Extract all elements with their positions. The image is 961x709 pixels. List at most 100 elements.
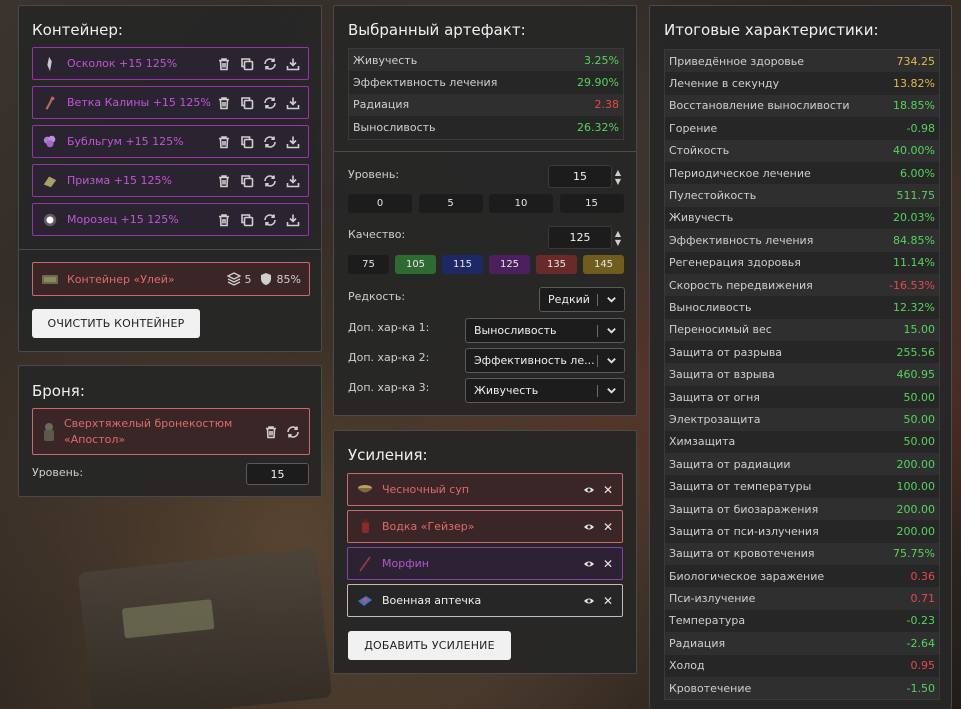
boost-item[interactable]: Чесночный суп ✕	[347, 473, 623, 506]
extra3-select[interactable]: Живучесть	[465, 378, 625, 403]
boost-item[interactable]: Военная аптечка ✕	[347, 584, 623, 617]
armor-level-input[interactable]: 15	[246, 463, 309, 485]
artifact-level-label: Уровень:	[348, 168, 400, 181]
extra2-select[interactable]: Эффективность ле...	[465, 348, 625, 373]
stat-name: Эффективность лечения	[669, 233, 814, 247]
stat-name: Химзащита	[669, 435, 736, 449]
level-quick-button[interactable]: 5	[418, 194, 483, 213]
stat-row: Пси-излучение 0.71	[665, 587, 939, 610]
level-quick-button[interactable]: 15	[559, 194, 624, 213]
eye-icon[interactable]	[582, 483, 596, 497]
chevron-down-icon	[604, 385, 618, 396]
download-icon[interactable]	[285, 95, 300, 110]
replace-icon[interactable]	[262, 173, 277, 188]
stat-value: 460.95	[896, 368, 936, 382]
eye-icon[interactable]	[582, 594, 596, 608]
stat-row: Электрозащита 50.00	[665, 408, 939, 431]
delete-icon[interactable]	[216, 95, 231, 110]
stat-name: Периодическое лечение	[669, 166, 811, 180]
stat-row: Горение -0.98	[665, 117, 939, 140]
stat-row: Лечение в секунду 13.82%	[665, 72, 939, 95]
stat-value: 40.00%	[893, 144, 935, 158]
close-icon[interactable]: ✕	[602, 483, 614, 497]
stat-value: 100.00	[896, 480, 936, 494]
stat-name: Выносливость	[669, 300, 752, 314]
copy-icon[interactable]	[239, 173, 254, 188]
artifact-quality-spinner[interactable]: ▲ ▼	[613, 226, 623, 250]
delete-icon[interactable]	[216, 173, 231, 188]
container-title: Контейнер:	[32, 21, 123, 39]
level-quick-button[interactable]: 0	[348, 194, 412, 213]
stat-name: Защита от разрыва	[669, 345, 783, 359]
stat-name: Восстановление выносливости	[669, 99, 850, 113]
container-slot[interactable]: Осколок +15 125%	[32, 47, 309, 80]
quality-quick-button[interactable]: 75	[348, 255, 389, 274]
replace-icon[interactable]	[262, 95, 277, 110]
quality-quick-button[interactable]: 115	[442, 255, 483, 274]
boost-item[interactable]: Морфин ✕	[347, 547, 623, 580]
eye-icon[interactable]	[582, 520, 596, 534]
download-icon[interactable]	[285, 56, 300, 71]
stat-value: 15.00	[903, 323, 936, 337]
close-icon[interactable]: ✕	[602, 557, 614, 571]
delete-icon[interactable]	[216, 212, 231, 227]
download-icon[interactable]	[285, 134, 300, 149]
quality-quick-button[interactable]: 125	[489, 255, 530, 274]
copy-icon[interactable]	[239, 134, 254, 149]
container-slot-label: Бубльгум +15 125%	[67, 135, 184, 148]
stat-value: 75.75%	[893, 547, 935, 561]
replace-icon[interactable]	[262, 134, 277, 149]
stat-name: Защита от кровотечения	[669, 547, 815, 561]
artifact-level-input[interactable]: 15	[548, 165, 612, 188]
clear-container-button[interactable]: ОЧИСТИТЬ КОНТЕЙНЕР	[32, 309, 200, 338]
stat-value: 50.00	[903, 412, 936, 426]
delete-icon[interactable]	[216, 56, 231, 71]
extra1-select[interactable]: Выносливость	[465, 318, 625, 343]
stat-row: Приведённое здоровье 734.25	[665, 50, 939, 73]
stat-name: Регенерация здоровья	[669, 256, 801, 270]
extra2-label: Доп. хар-ка 2:	[348, 351, 430, 364]
stat-name: Скорость передвижения	[669, 278, 813, 292]
quality-quick-button[interactable]: 135	[536, 255, 577, 274]
close-icon[interactable]: ✕	[602, 520, 614, 534]
artifact-level-spinner[interactable]: ▲ ▼	[613, 165, 623, 189]
armor-item[interactable]: Сверхтяжелый бронекостюм «Апостол»	[32, 408, 310, 455]
artifact-quality-input[interactable]: 125	[548, 226, 612, 249]
eye-icon[interactable]	[582, 557, 596, 571]
container-slot[interactable]: Морозец +15 125%	[32, 203, 309, 236]
container-slot[interactable]: Призма +15 125%	[32, 164, 309, 197]
boost-item-label: Чесночный суп	[382, 483, 470, 496]
download-icon[interactable]	[285, 173, 300, 188]
armor-level-label: Уровень:	[32, 466, 84, 479]
close-icon[interactable]: ✕	[602, 594, 614, 608]
copy-icon[interactable]	[239, 212, 254, 227]
armor-panel: Броня: Сверхтяжелый бронекостюм «Апостол…	[18, 365, 322, 497]
quality-quick-button[interactable]: 105	[395, 255, 436, 274]
armor-title: Броня:	[32, 382, 85, 400]
container-slot[interactable]: Бубльгум +15 125%	[32, 125, 309, 158]
artifact-title: Выбранный артефакт:	[348, 21, 526, 39]
container-item[interactable]: Контейнер «Улей» 5 85%	[32, 262, 310, 296]
boost-item-icon	[356, 518, 374, 536]
delete-icon[interactable]	[216, 134, 231, 149]
download-icon[interactable]	[285, 212, 300, 227]
quality-quick-button[interactable]: 145	[583, 255, 624, 274]
armor-replace-icon[interactable]	[285, 424, 300, 439]
copy-icon[interactable]	[239, 56, 254, 71]
stat-value: 26.32%	[577, 120, 619, 134]
stat-row: Выносливость 26.32%	[349, 116, 623, 139]
stat-name: Стойкость	[669, 144, 730, 158]
stat-row: Пулестойкость 511.75	[665, 184, 939, 207]
add-boost-button[interactable]: ДОБАВИТЬ УСИЛЕНИЕ	[348, 631, 511, 660]
boost-item[interactable]: Водка «Гейзер» ✕	[347, 510, 623, 543]
stat-row: Эффективность лечения 84.85%	[665, 229, 939, 252]
stat-name: Биологическое заражение	[669, 569, 825, 583]
armor-delete-icon[interactable]	[263, 424, 278, 439]
replace-icon[interactable]	[262, 56, 277, 71]
container-slot[interactable]: Ветка Калины +15 125%	[32, 86, 309, 119]
copy-icon[interactable]	[239, 95, 254, 110]
stat-name: Пулестойкость	[669, 189, 757, 203]
replace-icon[interactable]	[262, 212, 277, 227]
rarity-select[interactable]: Редкий	[539, 287, 625, 312]
level-quick-button[interactable]: 10	[489, 194, 553, 213]
